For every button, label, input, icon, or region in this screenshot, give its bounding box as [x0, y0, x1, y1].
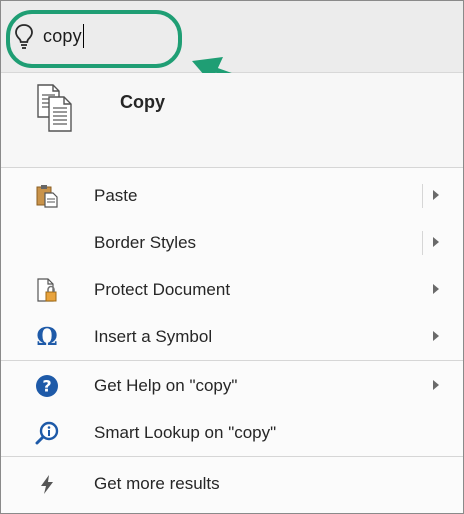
omega-icon: Ω	[36, 322, 58, 351]
menu-item-label: Insert a Symbol	[94, 327, 213, 346]
top-result-label: Copy	[120, 92, 165, 112]
lightning-icon	[41, 475, 53, 494]
paste-icon	[36, 185, 58, 208]
text-caret	[82, 24, 84, 48]
search-query: copy	[43, 25, 82, 46]
tell-me-dropdown: copy Copy Paste Border Styles Protect Do…	[0, 0, 464, 514]
chevron-right-icon	[433, 380, 439, 390]
menu-item-get-help[interactable]: ? Get Help on "copy"	[1, 362, 463, 409]
divider	[1, 167, 463, 168]
menu-item-label: Paste	[94, 186, 138, 205]
menu-item-label: Get more results	[94, 474, 220, 493]
menu-item-smart-lookup[interactable]: Smart Lookup on "copy"	[1, 409, 463, 456]
divider	[1, 360, 463, 361]
menu-item-protect-document[interactable]: Protect Document	[1, 266, 463, 313]
top-result-copy[interactable]: Copy	[1, 73, 463, 167]
chevron-right-icon	[433, 331, 439, 341]
smart-lookup-icon	[35, 421, 59, 445]
menu-item-insert-symbol[interactable]: Ω Insert a Symbol	[1, 313, 463, 360]
tell-me-search-bar: copy	[1, 1, 463, 73]
menu-item-label: Smart Lookup on "copy"	[94, 423, 277, 442]
menu-item-get-more-results[interactable]: Get more results	[1, 460, 463, 507]
svg-text:?: ?	[42, 377, 51, 396]
chevron-right-icon	[433, 284, 439, 294]
menu-item-label: Get Help on "copy"	[94, 376, 238, 395]
chevron-right-icon[interactable]	[433, 190, 439, 200]
menu-item-label: Border Styles	[94, 233, 197, 252]
split-divider	[422, 231, 423, 255]
menu-item-label: Protect Document	[94, 280, 231, 299]
help-icon: ?	[36, 375, 58, 397]
lightbulb-icon	[15, 24, 33, 49]
split-divider	[422, 184, 423, 208]
menu-item-paste[interactable]: Paste	[1, 172, 463, 219]
copy-icon	[37, 84, 72, 132]
menu-item-border-styles[interactable]: Border Styles	[1, 219, 463, 266]
chevron-right-icon[interactable]	[433, 237, 439, 247]
search-input[interactable]: copy	[13, 19, 84, 53]
divider	[1, 456, 463, 457]
lock-document-icon	[37, 278, 57, 302]
